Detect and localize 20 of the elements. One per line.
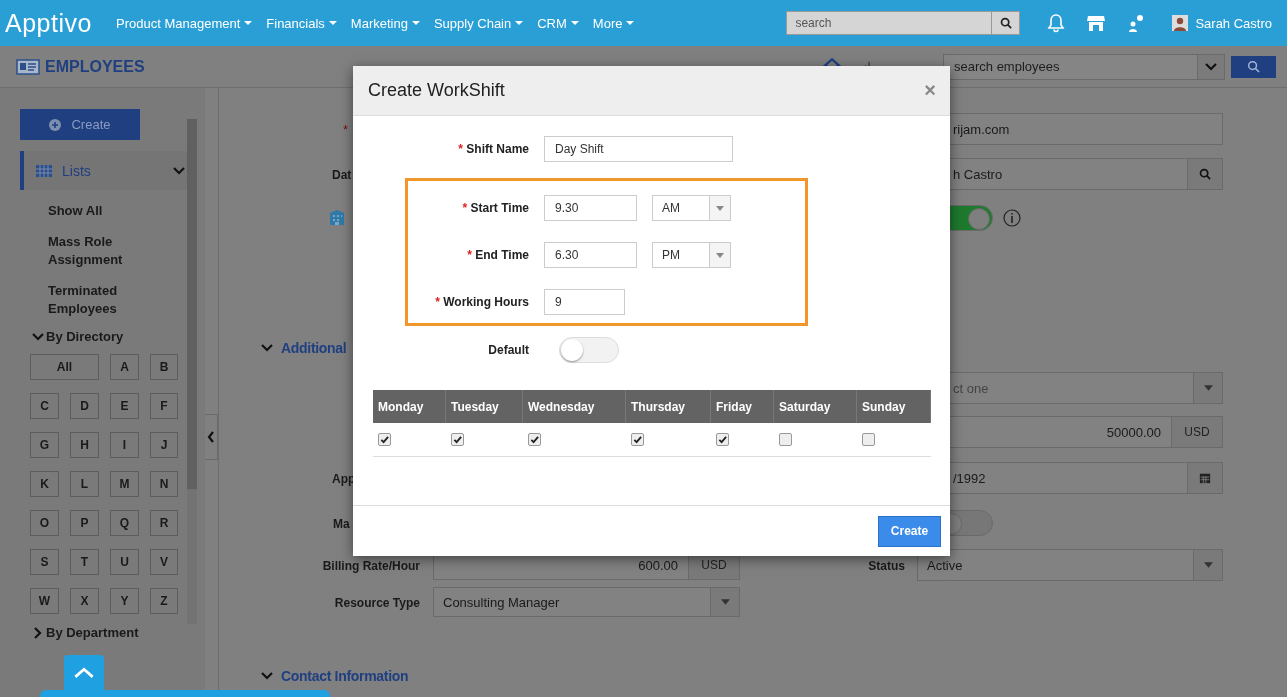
required-mark: *	[343, 121, 349, 137]
field-label: * End Time	[466, 248, 530, 262]
field-label: Status	[868, 558, 905, 573]
column-header: Monday	[373, 390, 446, 423]
field-label: Resource Type	[334, 595, 420, 610]
field-label: * Shift Name	[457, 142, 530, 156]
field-label: Default	[487, 343, 530, 357]
field-label: Ma	[333, 516, 350, 531]
column-header: Wednesday	[523, 390, 626, 423]
column-header: Thursday	[626, 390, 711, 423]
column-header: Friday	[711, 390, 774, 423]
field-label: Dat	[332, 167, 352, 182]
field-label: * Start Time	[461, 201, 530, 215]
field-label: * Working Hours	[434, 295, 530, 309]
field-label: Billing Rate/Hour	[322, 558, 420, 573]
column-header: Sunday	[857, 390, 931, 423]
dialog-title: Create WorkShift	[368, 80, 506, 101]
module-title: EMPLOYEES	[45, 57, 145, 76]
column-header: Tuesday	[446, 390, 523, 423]
column-header: Saturday	[774, 390, 857, 423]
